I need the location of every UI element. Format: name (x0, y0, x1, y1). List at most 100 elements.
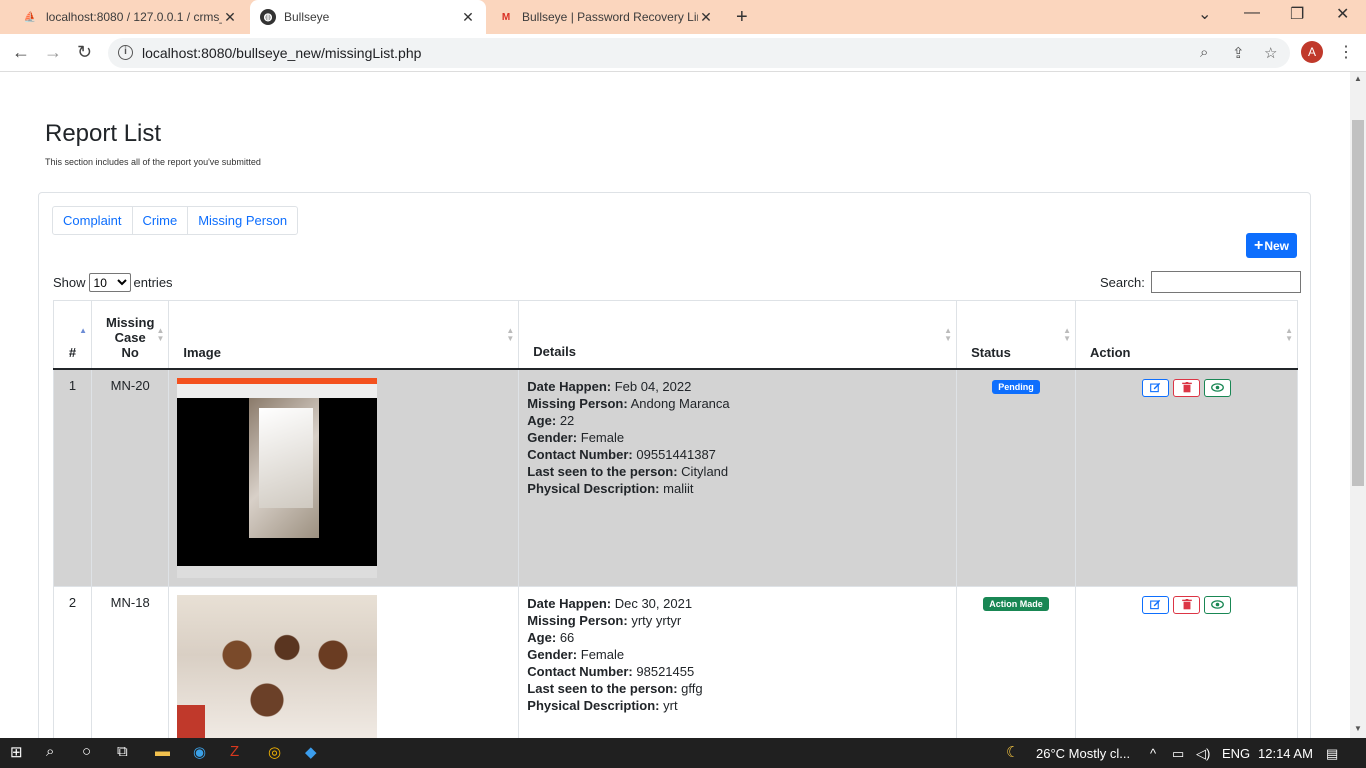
column-header-action[interactable]: Action ▲ ▼ (1075, 300, 1298, 370)
edit-button[interactable] (1142, 595, 1170, 614)
tab-search-chevron-icon[interactable]: ⌄ (1198, 4, 1211, 24)
page-title: Report List (45, 120, 162, 147)
site-info-icon[interactable]: i (118, 45, 133, 60)
detail-label: Contact Number: (527, 446, 633, 462)
column-header-details[interactable]: Details ▲ ▼ (518, 300, 958, 370)
notifications-icon[interactable]: ▤ (1326, 746, 1338, 762)
entries-select[interactable]: 10 (88, 273, 131, 292)
search-icon[interactable]: ⌕ (46, 743, 54, 760)
chrome-icon[interactable]: ◎ (268, 743, 281, 761)
browser-tab-phpmyadmin[interactable]: ⛵ localhost:8080 / 127.0.0.1 / crms_ ✕ (12, 0, 248, 34)
browser-tab-gmail[interactable]: M Bullseye | Password Recovery Link ✕ (488, 0, 724, 34)
address-bar[interactable]: i localhost:8080/bullseye_new/missingLis… (108, 38, 1290, 68)
volume-icon[interactable]: ◁) (1196, 746, 1210, 762)
edit-icon (1150, 599, 1161, 610)
detail-date: Feb 04, 2022 (614, 378, 692, 394)
bookmark-star-icon[interactable]: ☆ (1264, 44, 1277, 62)
tab-missing-person[interactable]: Missing Person (188, 207, 297, 234)
share-icon[interactable]: ⇪ (1232, 44, 1245, 62)
page-content: Report List This section includes all of… (0, 72, 1350, 738)
column-header-status[interactable]: Status ▲ ▼ (956, 300, 1077, 370)
detail-person: Andong Maranca (630, 395, 730, 411)
url-text[interactable]: localhost:8080/bullseye_new/missingList.… (142, 45, 421, 61)
detail-description: yrt (663, 697, 678, 713)
sort-asc-icon: ▲ (79, 326, 87, 335)
table-row: 2 MN-18 Date Happen: Dec 30, 2021 Missin… (53, 585, 1298, 738)
detail-label: Gender: (527, 646, 578, 662)
tab-complaint[interactable]: Complaint (53, 207, 133, 234)
status-badge: Action Made (983, 596, 1049, 611)
close-tab-icon[interactable]: ✕ (460, 9, 476, 26)
report-photo[interactable] (177, 594, 378, 738)
gmail-icon: M (501, 11, 511, 23)
new-tab-icon[interactable]: + (736, 6, 748, 29)
delete-button[interactable] (1173, 595, 1201, 614)
cell-case-no: MN-20 (90, 368, 170, 587)
back-arrow-icon[interactable]: ← (12, 42, 30, 63)
column-header-image[interactable]: Image ▲ ▼ (168, 300, 520, 370)
delete-button[interactable] (1173, 378, 1201, 397)
cell-image (168, 368, 520, 587)
scroll-up-icon[interactable]: ▲ (1354, 74, 1362, 83)
detail-gender: Female (580, 646, 625, 662)
reload-icon[interactable]: ↻ (77, 42, 92, 63)
sort-icon: ▲ ▼ (944, 326, 953, 343)
task-view-icon[interactable]: ⧉ (117, 743, 128, 760)
restore-icon[interactable]: ❐ (1290, 4, 1304, 24)
clock[interactable]: 12:14 AM (1258, 746, 1313, 761)
edge-icon[interactable]: ◉ (193, 743, 206, 761)
column-header-case-no[interactable]: Missing Case No ▲ ▼ (90, 300, 170, 370)
trash-icon (1181, 382, 1192, 393)
cell-number: 2 (53, 585, 92, 738)
scroll-down-icon[interactable]: ▼ (1354, 724, 1362, 733)
detail-age: 22 (559, 412, 575, 428)
scrollbar-thumb[interactable] (1352, 120, 1364, 486)
tray-chevron-icon[interactable]: ^ (1150, 746, 1156, 761)
windows-start-icon[interactable]: ⊞ (10, 743, 23, 761)
view-button[interactable] (1204, 595, 1232, 614)
zoom-icon[interactable]: ⌕ (1200, 44, 1208, 61)
network-icon[interactable]: ▭ (1172, 746, 1184, 762)
cell-number: 1 (53, 368, 92, 587)
profile-avatar[interactable]: A (1301, 41, 1323, 63)
detail-label: Missing Person: (527, 395, 628, 411)
view-button[interactable] (1204, 378, 1232, 397)
forward-arrow-icon[interactable]: → (44, 42, 62, 63)
filezilla-icon[interactable]: Z (230, 743, 239, 760)
status-badge: Pending (992, 379, 1040, 394)
detail-person: yrty yrtyr (631, 612, 682, 628)
page-scrollbar[interactable]: ▲ ▼ (1350, 72, 1366, 738)
detail-label: Date Happen: (527, 378, 612, 394)
close-tab-icon[interactable]: ✕ (698, 9, 714, 26)
cortana-icon[interactable]: ○ (82, 743, 91, 760)
os-taskbar: ⊞ ⌕ ○ ⧉ ▬ ◉ Z ◎ ◆ ☾ 26°C Mostly cl... ^ … (0, 738, 1366, 768)
browser-menu-icon[interactable]: ⋮ (1338, 42, 1354, 62)
detail-description: maliit (663, 480, 694, 496)
minimize-icon[interactable]: — (1244, 4, 1260, 22)
detail-contact: 09551441387 (636, 446, 716, 462)
edit-button[interactable] (1142, 378, 1170, 397)
sort-icon: ▲ ▼ (156, 326, 165, 343)
vscode-icon[interactable]: ◆ (305, 743, 317, 761)
weather-text[interactable]: 26°C Mostly cl... (1036, 746, 1130, 761)
show-label: Show (53, 275, 86, 290)
window-close-icon[interactable]: ✕ (1336, 4, 1349, 24)
search-input[interactable] (1150, 271, 1301, 293)
new-report-button[interactable]: + New (1246, 233, 1297, 258)
language-indicator[interactable]: ENG (1222, 746, 1250, 761)
tab-crime[interactable]: Crime (133, 207, 189, 234)
entries-label: entries (133, 275, 173, 290)
table-row: 1 MN-20 Date Happen: Feb 04, 2022 Missin… (53, 368, 1298, 587)
file-explorer-icon[interactable]: ▬ (155, 743, 170, 760)
cell-action (1075, 368, 1298, 587)
detail-label: Age: (527, 629, 557, 645)
report-card: Complaint Crime Missing Person + New Sho… (38, 192, 1311, 738)
report-photo[interactable] (177, 377, 378, 578)
table-search: Search: (1100, 271, 1301, 293)
browser-tab-bullseye[interactable]: ◍ Bullseye ✕ (250, 0, 486, 34)
sort-icon: ▲ ▼ (1285, 326, 1293, 343)
detail-label: Age: (527, 412, 557, 428)
column-header-number[interactable]: # ▲ (53, 300, 92, 370)
close-tab-icon[interactable]: ✕ (222, 9, 238, 26)
detail-last-seen: gffg (681, 680, 703, 696)
